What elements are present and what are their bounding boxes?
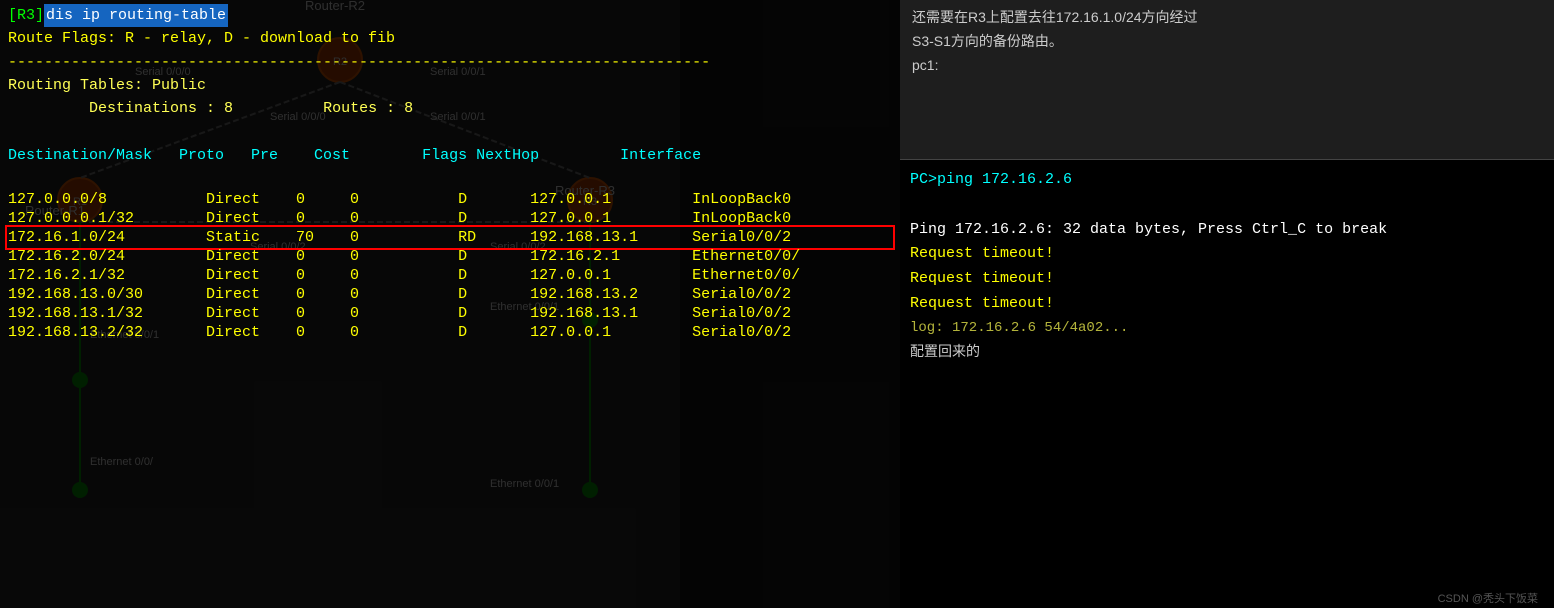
- routing-table: 127.0.0.0/8 Direct 0 0 D 127.0.0.1 InLoo…: [8, 190, 892, 342]
- command-text: dis ip routing-table: [44, 4, 228, 27]
- timeout-line: Request timeout!: [910, 267, 1544, 292]
- config-note: 配置回来的: [910, 340, 1544, 363]
- right-top-text-line: pc1:: [912, 54, 1542, 78]
- table-row: 172.16.1.0/24 Static 70 0 RD 192.168.13.…: [8, 228, 892, 247]
- ping-info-line: Ping 172.16.2.6: 32 data bytes, Press Ct…: [910, 218, 1544, 243]
- log-line: log: 172.16.2.6 54/4a02...: [910, 317, 1544, 340]
- right-terminal: PC>ping 172.16.2.6 Ping 172.16.2.6: 32 d…: [900, 160, 1554, 608]
- timeout-line: Request timeout!: [910, 242, 1544, 267]
- right-top-text-line: 还需要在R3上配置去往172.16.1.0/24方向经过: [912, 6, 1542, 30]
- routing-tables-line: Routing Tables: Public: [8, 74, 892, 97]
- ping-command: PC>ping 172.16.2.6: [910, 168, 1544, 193]
- blank-line-2: [8, 167, 892, 190]
- table-row: 172.16.2.1/32 Direct 0 0 D 127.0.0.1 Eth…: [8, 266, 892, 285]
- right-top-text-line: S3-S1方向的备份路由。: [912, 30, 1542, 54]
- table-row: 172.16.2.0/24 Direct 0 0 D 172.16.2.1 Et…: [8, 247, 892, 266]
- table-row: 127.0.0.0.1/32 Direct 0 0 D 127.0.0.1 In…: [8, 209, 892, 228]
- routes-label: Routes : 8: [323, 97, 413, 120]
- table-row: 192.168.13.0/30 Direct 0 0 D 192.168.13.…: [8, 285, 892, 304]
- prompt-label: [R3]: [8, 4, 44, 27]
- right-panel: 还需要在R3上配置去往172.16.1.0/24方向经过S3-S1方向的备份路由…: [900, 0, 1554, 608]
- routes-spacer: [233, 97, 323, 120]
- table-row: 192.168.13.2/32 Direct 0 0 D 127.0.0.1 S…: [8, 323, 892, 342]
- table-row: 127.0.0.0/8 Direct 0 0 D 127.0.0.1 InLoo…: [8, 190, 892, 209]
- command-line: [R3] dis ip routing-table: [8, 4, 892, 27]
- table-row: 192.168.13.1/32 Direct 0 0 D 192.168.13.…: [8, 304, 892, 323]
- blank-line-1: [8, 120, 892, 143]
- timeout-line: Request timeout!: [910, 292, 1544, 317]
- terminal-overlay: [R3] dis ip routing-table Route Flags: R…: [0, 0, 900, 608]
- watermark: CSDN @秃头下饭菜: [1438, 590, 1538, 606]
- destinations-label: Destinations : 8: [8, 97, 233, 120]
- right-top-text: 还需要在R3上配置去往172.16.1.0/24方向经过S3-S1方向的备份路由…: [900, 0, 1554, 160]
- separator-line: ----------------------------------------…: [8, 51, 892, 74]
- flags-line: Route Flags: R - relay, D - download to …: [8, 27, 892, 50]
- table-header: Destination/Mask Proto Pre Cost Flags Ne…: [8, 144, 892, 167]
- destinations-routes-line: Destinations : 8 Routes : 8: [8, 97, 892, 120]
